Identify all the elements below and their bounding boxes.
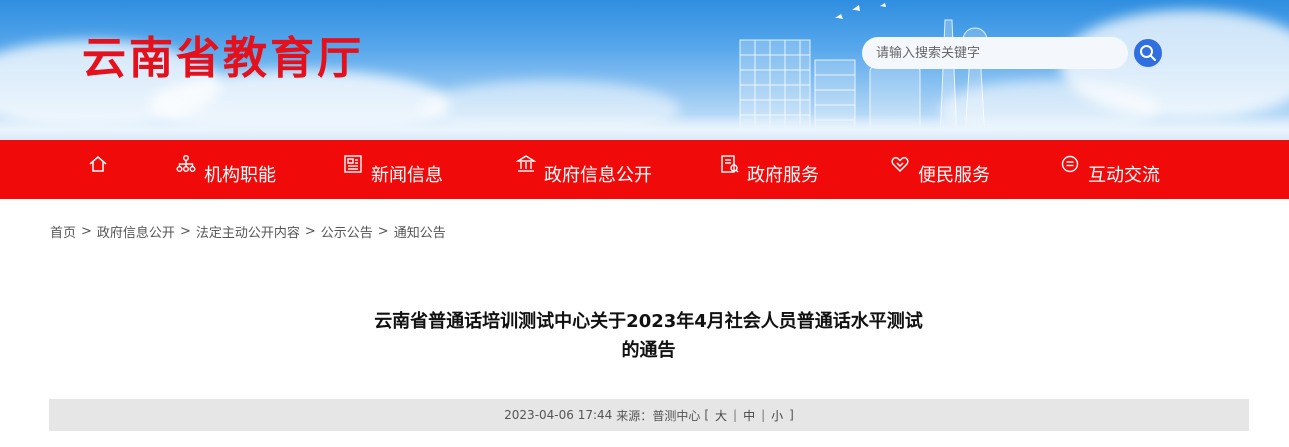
search-input[interactable]: [862, 37, 1128, 69]
breadcrumb-separator: >: [304, 224, 316, 239]
breadcrumb-separator: >: [377, 224, 389, 239]
source-label: 来源：: [616, 408, 653, 423]
home-icon: [88, 154, 110, 176]
breadcrumb-link-home[interactable]: 首页: [50, 222, 76, 241]
nav-item-label: 机构职能: [204, 164, 276, 186]
breadcrumb-link-announcements[interactable]: 公示公告: [321, 222, 373, 241]
nav-item-label: 政府信息公开: [544, 164, 652, 186]
org-chart-icon: [176, 154, 198, 176]
nav-item-interaction[interactable]: 互动交流: [1060, 140, 1160, 199]
divider: |: [761, 408, 766, 422]
breadcrumb-link-notices[interactable]: 通知公告: [394, 222, 446, 241]
font-size-small-button[interactable]: 小: [771, 407, 783, 424]
chat-icon: [1060, 154, 1082, 176]
nav-item-org-functions[interactable]: 机构职能: [176, 140, 276, 199]
breadcrumb: 首页 > 政府信息公开 > 法定主动公开内容 > 公示公告 > 通知公告: [50, 222, 446, 241]
article-title: 云南省普通话培训测试中心关于2023年4月社会人员普通话水平测试 的通告: [300, 307, 997, 365]
font-size-bracket-close: ]: [789, 408, 794, 422]
nav-item-label: 互动交流: [1088, 164, 1160, 186]
breadcrumb-separator: >: [81, 224, 92, 239]
nav-item-gov-info-public[interactable]: 政府信息公开: [516, 140, 652, 199]
nav-item-gov-services[interactable]: 政府服务: [719, 140, 819, 199]
breadcrumb-link-gov-info[interactable]: 政府信息公开: [97, 222, 175, 241]
font-size-medium-button[interactable]: 中: [743, 407, 755, 424]
main-nav: 机构职能 新闻信息 政府信息公开 政府服务 便民服务 互动交流: [0, 140, 1289, 199]
source-value: 普测中心: [652, 408, 701, 423]
divider: |: [733, 408, 738, 422]
nav-item-label: 便民服务: [918, 164, 990, 186]
nav-item-public-services[interactable]: 便民服务: [890, 140, 990, 199]
search-button[interactable]: [1132, 37, 1164, 69]
breadcrumb-link-statutory[interactable]: 法定主动公开内容: [196, 222, 300, 241]
article-title-line: 的通告: [621, 340, 676, 361]
nav-item-label: 新闻信息: [371, 164, 443, 186]
nav-item-news[interactable]: 新闻信息: [343, 140, 443, 199]
government-building-icon: [516, 154, 538, 176]
nav-item-label: 政府服务: [747, 164, 819, 186]
search-icon: [1140, 45, 1156, 61]
font-size-bracket-open: [: [704, 408, 710, 422]
site-title[interactable]: 云南省教育厅: [82, 22, 364, 86]
banner-base: [0, 114, 1289, 140]
font-size-large-button[interactable]: 大: [715, 407, 727, 424]
news-icon: [343, 154, 365, 176]
article-title-line: 云南省普通话培训测试中心关于2023年4月社会人员普通话水平测试: [374, 311, 923, 332]
nav-item-home[interactable]: [88, 140, 116, 199]
publish-datetime: 2023-04-06 17:44: [504, 408, 613, 422]
breadcrumb-separator: >: [179, 224, 191, 239]
article-meta-bar: 2023-04-06 17:44 来源： 普测中心 [ 大 | 中 | 小 ]: [49, 399, 1249, 431]
handshake-icon: [890, 154, 912, 176]
header-banner: 云南省教育厅: [0, 0, 1289, 140]
service-document-icon: [719, 154, 741, 176]
